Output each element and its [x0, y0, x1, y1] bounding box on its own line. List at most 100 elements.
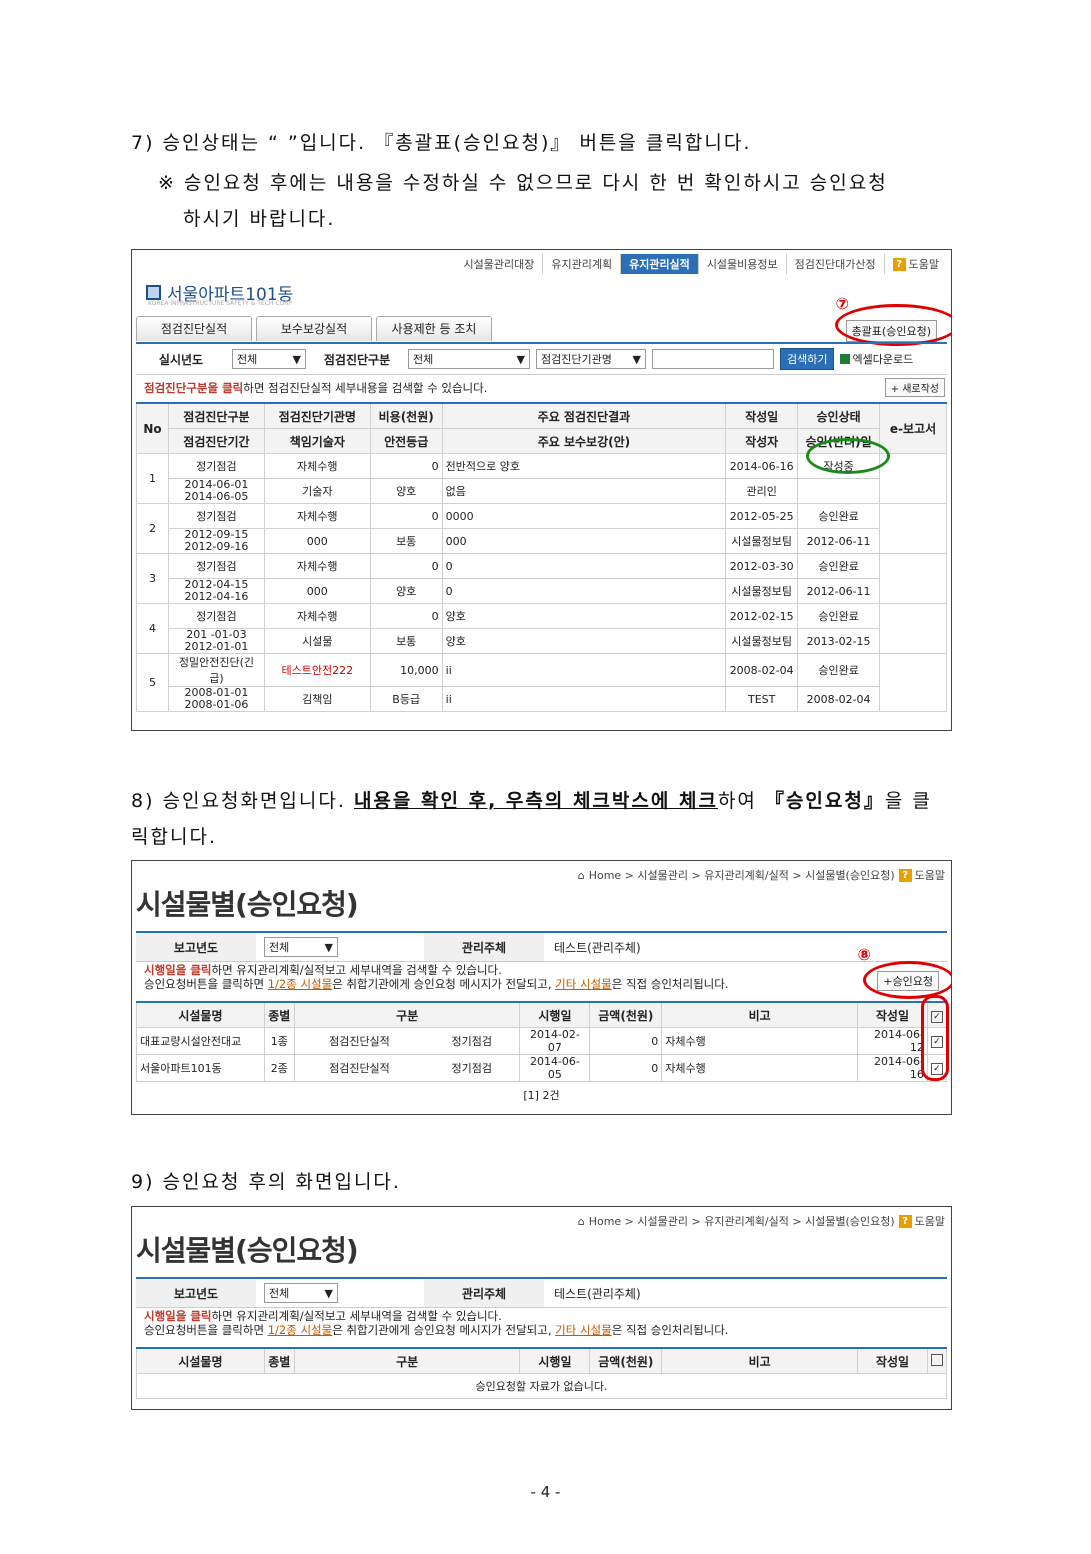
search-button[interactable]: 검색하기	[780, 348, 835, 370]
col-kind: 종별	[263, 1001, 295, 1028]
row-status: 승인완료	[797, 553, 881, 579]
col-ereport: e-보고서	[879, 402, 947, 454]
row-amount: 0	[589, 1054, 663, 1082]
type-label: 점검진단구분	[323, 352, 391, 367]
year-select[interactable]: 전체 ▼	[264, 937, 338, 957]
col-no: No	[136, 402, 169, 454]
col-written: 작성일	[857, 1347, 928, 1374]
owner-value: 테스트(관리주체)	[554, 1286, 641, 1301]
row-engineer: 시설물	[263, 628, 371, 654]
table-row[interactable]: 4 정기점검 자체수행 0 양호 2012-02-15 승인완료	[136, 603, 947, 654]
table-row[interactable]: 서울아파트101동 2종 점검진단실적 정기점검 2014-06-05 0 자체수행 2014…	[136, 1054, 948, 1082]
row-result: ii	[441, 653, 727, 687]
notice-rest: 하면 유지관리계획/실적보고 세부내역을 검색할 수 있습니다.	[211, 963, 502, 977]
select-all-cell	[926, 1347, 948, 1374]
table-row[interactable]: 3 정기점검 자체수행 0 0 2012-03-30 승인완료	[136, 553, 947, 604]
row-grade: 보통	[369, 528, 443, 554]
notice2-c: 은 직접 승인처리됩니다.	[611, 1323, 729, 1337]
row-type-link[interactable]: 정기점검	[167, 503, 265, 529]
highlight-request-button	[863, 961, 951, 999]
row-result: 0	[441, 553, 727, 579]
select-all-checkbox[interactable]	[930, 1353, 943, 1366]
row-subcategory: 정기점검	[424, 1054, 521, 1082]
new-entry-button[interactable]: + 새로작성	[884, 378, 945, 397]
row-engineer: 000	[263, 528, 371, 554]
col-type[interactable]: 점검진단구분	[167, 402, 265, 429]
tab-restriction[interactable]: 사용제한 등 조치	[376, 316, 492, 341]
notice2-link1[interactable]: 1/2종 시설물	[268, 1323, 332, 1337]
col-written: 작성일	[856, 1001, 928, 1028]
nav-cost-info[interactable]: 시설물비용정보	[699, 254, 787, 274]
row-ereport	[879, 553, 947, 604]
approval-table-empty: 시설물명 종별 구분 시행일 금액(천원) 비고 작성일 승인요청할 자료가 없…	[136, 1347, 948, 1399]
screenshot-inspection-list: 시설물관리대장 유지관리계획 유지관리실적 시설물비용정보 점검진단대가산정 ?…	[131, 249, 952, 731]
table-row[interactable]: 5 정밀안전진단(긴급) 테스트안전222 10,000 ii 2008-02-04 승인완…	[136, 653, 947, 712]
notice2-link2[interactable]: 기타 시설물	[555, 977, 612, 991]
tab-inspection[interactable]: 점검진단실적	[136, 316, 252, 341]
year-select[interactable]: 전체 ▼	[264, 1283, 338, 1303]
col-result: 주요 점검진단결과	[441, 402, 727, 429]
help-link[interactable]: ? 도움말	[898, 1213, 945, 1229]
notice2-a: 승인요청버튼을 클릭하면	[144, 1323, 268, 1337]
row-type-link[interactable]: 정기점검	[167, 603, 265, 629]
col-facility: 시설물명	[136, 1347, 265, 1374]
row-type-link[interactable]: 정밀안전진단(긴급)	[167, 653, 265, 687]
row-date: 2012-02-15	[725, 603, 799, 629]
notice2-link2[interactable]: 기타 시설물	[555, 1323, 612, 1337]
row-cost: 0	[369, 503, 443, 529]
table-row[interactable]: 대표교량시설안전대교 1종 점검진단실적 정기점검 2014-02-07 0 자체수행 201…	[136, 1027, 948, 1055]
row-ereport	[879, 653, 947, 712]
col-category: 구분	[293, 1001, 521, 1028]
nav-inspection-fee[interactable]: 점검진단대가산정	[787, 254, 885, 274]
tab-repair[interactable]: 보수보강실적	[256, 316, 372, 341]
row-type-link[interactable]: 정기점검	[167, 553, 265, 579]
row-cost: 0	[369, 453, 443, 479]
step8-suffix: 을 클	[884, 790, 932, 812]
col-exec-date: 시행일	[519, 1347, 591, 1374]
col-facility: 시설물명	[136, 1001, 265, 1028]
row-type-link[interactable]: 정기점검	[167, 453, 265, 479]
search-input[interactable]	[652, 349, 774, 369]
year-label: 보고년도	[136, 1279, 256, 1307]
col-memo: 비고	[661, 1001, 858, 1028]
col-exec-date: 시행일	[519, 1001, 591, 1028]
highlight-summary-button	[835, 304, 951, 346]
row-date: 2012-05-25	[725, 503, 799, 529]
year-label: 보고년도	[136, 933, 256, 961]
row-period: 201 -01-03 2012-01-01	[167, 628, 265, 654]
help-link[interactable]: ? 도움말	[898, 867, 945, 883]
help-link[interactable]: ? 도움말	[885, 254, 947, 274]
notice2-link1[interactable]: 1/2종 시설물	[268, 977, 332, 991]
row-ereport	[879, 453, 947, 504]
owner-label: 관리주체	[424, 933, 544, 961]
notice2-a: 승인요청버튼을 클릭하면	[144, 977, 268, 991]
owner-label: 관리주체	[424, 1279, 544, 1307]
owner-value: 테스트(관리주체)	[554, 940, 641, 955]
row-agency: 자체수행	[263, 553, 371, 579]
step7-line1: 7) 승인상태는 “ ”입니다. 『총괄표(승인요청)』 버튼을 클릭합니다.	[131, 132, 752, 154]
table-row[interactable]: 2 정기점검 자체수행 0 0000 2012-05-25 승인완료	[136, 503, 947, 554]
excel-download[interactable]: 엑셀다운로드	[840, 351, 913, 367]
pagination[interactable]: [1] 2건	[132, 1087, 951, 1103]
step8-prefix: 8) 승인요청화면입니다.	[131, 790, 354, 812]
approval-table: 시설물명 종별 구분 시행일 금액(천원) 비고 작성일 ✓ 대표교량시설안전대…	[136, 1001, 948, 1082]
table-row-sub: 2014-06-01 2014-06-05 기술자 양호 없음 관리인	[137, 478, 947, 504]
year-select[interactable]: 전체 ▼	[232, 349, 306, 369]
row-repair: 없음	[441, 478, 727, 504]
row-kind: 2종	[263, 1054, 295, 1082]
row-period: 2014-06-01 2014-06-05	[167, 478, 265, 504]
type-select[interactable]: 전체 ▼	[408, 349, 530, 369]
nav-maintenance-result[interactable]: 유지관리실적	[621, 254, 699, 274]
dropdown-arrow-icon: ▼	[516, 352, 525, 366]
notice: 시행일을 클릭하면 유지관리계획/실적보고 세부내역을 검색할 수 있습니다. …	[144, 963, 728, 991]
building-icon	[146, 285, 161, 300]
table-row-sub: 2012-09-15 2012-09-16 000 보통 000 시설물정보팀 2012-…	[137, 528, 947, 554]
row-agency: 자체수행	[263, 453, 371, 479]
nav-maintenance-plan[interactable]: 유지관리계획	[543, 254, 622, 274]
row-number: 4	[136, 603, 169, 654]
row-exec-date[interactable]: 2014-06-05	[519, 1054, 591, 1082]
agency-select[interactable]: 점검진단기관명 ▼	[536, 349, 646, 369]
nav-facility-ledger[interactable]: 시설물관리대장	[456, 254, 544, 274]
col-cost: 비용(천원)	[369, 402, 443, 429]
row-exec-date[interactable]: 2014-02-07	[519, 1027, 591, 1055]
